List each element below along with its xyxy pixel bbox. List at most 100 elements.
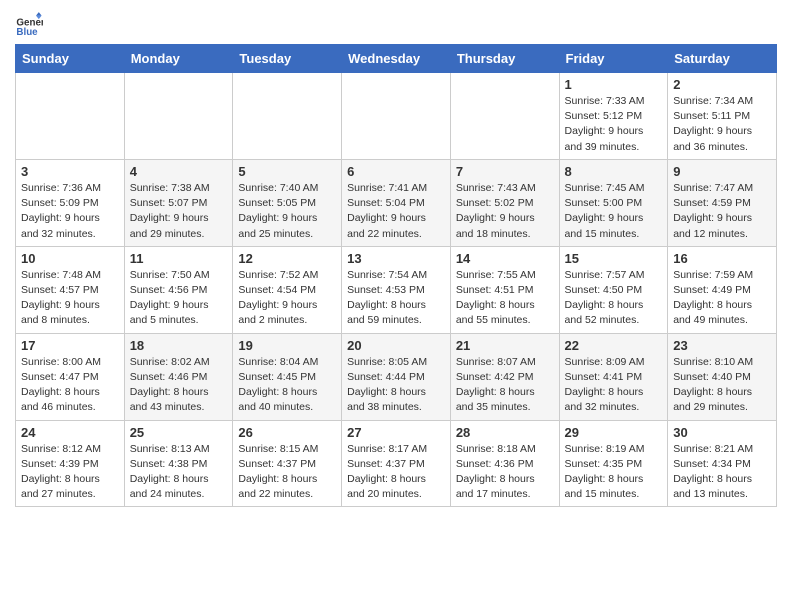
day-info: Sunrise: 8:05 AM Sunset: 4:44 PM Dayligh…	[347, 355, 445, 416]
calendar-week-row: 17 Sunrise: 8:00 AM Sunset: 4:47 PM Dayli…	[16, 333, 777, 420]
day-number: 25	[130, 425, 228, 440]
calendar-cell	[233, 73, 342, 160]
calendar-cell: 26 Sunrise: 8:15 AM Sunset: 4:37 PM Dayli…	[233, 420, 342, 507]
day-number: 2	[673, 77, 771, 92]
day-number: 4	[130, 164, 228, 179]
day-info: Sunrise: 7:47 AM Sunset: 4:59 PM Dayligh…	[673, 181, 771, 242]
calendar-table: SundayMondayTuesdayWednesdayThursdayFrid…	[15, 44, 777, 507]
calendar-cell: 11 Sunrise: 7:50 AM Sunset: 4:56 PM Dayli…	[124, 246, 233, 333]
calendar-cell: 17 Sunrise: 8:00 AM Sunset: 4:47 PM Dayli…	[16, 333, 125, 420]
day-number: 7	[456, 164, 554, 179]
day-number: 29	[565, 425, 663, 440]
day-number: 15	[565, 251, 663, 266]
day-number: 21	[456, 338, 554, 353]
day-number: 16	[673, 251, 771, 266]
day-info: Sunrise: 7:45 AM Sunset: 5:00 PM Dayligh…	[565, 181, 663, 242]
weekday-header-tuesday: Tuesday	[233, 45, 342, 73]
weekday-header-sunday: Sunday	[16, 45, 125, 73]
day-number: 5	[238, 164, 336, 179]
day-info: Sunrise: 7:55 AM Sunset: 4:51 PM Dayligh…	[456, 268, 554, 329]
calendar-cell: 12 Sunrise: 7:52 AM Sunset: 4:54 PM Dayli…	[233, 246, 342, 333]
day-info: Sunrise: 8:15 AM Sunset: 4:37 PM Dayligh…	[238, 442, 336, 503]
day-number: 10	[21, 251, 119, 266]
weekday-header-monday: Monday	[124, 45, 233, 73]
weekday-header-friday: Friday	[559, 45, 668, 73]
day-info: Sunrise: 8:09 AM Sunset: 4:41 PM Dayligh…	[565, 355, 663, 416]
calendar-cell: 6 Sunrise: 7:41 AM Sunset: 5:04 PM Daylig…	[342, 159, 451, 246]
calendar-week-row: 24 Sunrise: 8:12 AM Sunset: 4:39 PM Dayli…	[16, 420, 777, 507]
svg-text:Blue: Blue	[16, 27, 38, 38]
calendar-cell	[342, 73, 451, 160]
day-info: Sunrise: 8:21 AM Sunset: 4:34 PM Dayligh…	[673, 442, 771, 503]
day-info: Sunrise: 8:13 AM Sunset: 4:38 PM Dayligh…	[130, 442, 228, 503]
day-number: 1	[565, 77, 663, 92]
calendar-cell: 23Sunrise: 8:10 AM Sunset: 4:40 PM Dayli…	[668, 333, 777, 420]
day-info: Sunrise: 7:34 AM Sunset: 5:11 PM Dayligh…	[673, 94, 771, 155]
day-number: 9	[673, 164, 771, 179]
calendar-cell: 4 Sunrise: 7:38 AM Sunset: 5:07 PM Daylig…	[124, 159, 233, 246]
calendar-cell: 22 Sunrise: 8:09 AM Sunset: 4:41 PM Dayli…	[559, 333, 668, 420]
day-info: Sunrise: 7:59 AM Sunset: 4:49 PM Dayligh…	[673, 268, 771, 329]
day-number: 22	[565, 338, 663, 353]
calendar-cell: 30 Sunrise: 8:21 AM Sunset: 4:34 PM Dayli…	[668, 420, 777, 507]
calendar-cell: 20 Sunrise: 8:05 AM Sunset: 4:44 PM Dayli…	[342, 333, 451, 420]
day-info: Sunrise: 8:18 AM Sunset: 4:36 PM Dayligh…	[456, 442, 554, 503]
calendar-cell	[124, 73, 233, 160]
day-info: Sunrise: 7:50 AM Sunset: 4:56 PM Dayligh…	[130, 268, 228, 329]
header: General Blue	[15, 10, 777, 38]
day-number: 24	[21, 425, 119, 440]
day-number: 26	[238, 425, 336, 440]
calendar-cell: 24 Sunrise: 8:12 AM Sunset: 4:39 PM Dayli…	[16, 420, 125, 507]
day-info: Sunrise: 8:00 AM Sunset: 4:47 PM Dayligh…	[21, 355, 119, 416]
day-number: 18	[130, 338, 228, 353]
calendar-week-row: 3Sunrise: 7:36 AM Sunset: 5:09 PM Daylig…	[16, 159, 777, 246]
day-info: Sunrise: 8:07 AM Sunset: 4:42 PM Dayligh…	[456, 355, 554, 416]
day-number: 19	[238, 338, 336, 353]
calendar-cell: 3Sunrise: 7:36 AM Sunset: 5:09 PM Daylig…	[16, 159, 125, 246]
day-info: Sunrise: 7:52 AM Sunset: 4:54 PM Dayligh…	[238, 268, 336, 329]
calendar-cell: 27Sunrise: 8:17 AM Sunset: 4:37 PM Dayli…	[342, 420, 451, 507]
day-info: Sunrise: 7:54 AM Sunset: 4:53 PM Dayligh…	[347, 268, 445, 329]
day-info: Sunrise: 7:43 AM Sunset: 5:02 PM Dayligh…	[456, 181, 554, 242]
day-number: 23	[673, 338, 771, 353]
day-number: 12	[238, 251, 336, 266]
day-number: 3	[21, 164, 119, 179]
calendar-cell: 15 Sunrise: 7:57 AM Sunset: 4:50 PM Dayli…	[559, 246, 668, 333]
calendar-week-row: 10Sunrise: 7:48 AM Sunset: 4:57 PM Dayli…	[16, 246, 777, 333]
day-number: 28	[456, 425, 554, 440]
day-number: 11	[130, 251, 228, 266]
day-number: 13	[347, 251, 445, 266]
calendar-cell: 19 Sunrise: 8:04 AM Sunset: 4:45 PM Dayli…	[233, 333, 342, 420]
calendar-cell	[450, 73, 559, 160]
calendar-cell: 1 Sunrise: 7:33 AM Sunset: 5:12 PM Daylig…	[559, 73, 668, 160]
day-info: Sunrise: 8:02 AM Sunset: 4:46 PM Dayligh…	[130, 355, 228, 416]
calendar-cell: 5Sunrise: 7:40 AM Sunset: 5:05 PM Daylig…	[233, 159, 342, 246]
day-number: 8	[565, 164, 663, 179]
day-number: 14	[456, 251, 554, 266]
calendar-week-row: 1 Sunrise: 7:33 AM Sunset: 5:12 PM Daylig…	[16, 73, 777, 160]
day-info: Sunrise: 7:41 AM Sunset: 5:04 PM Dayligh…	[347, 181, 445, 242]
day-info: Sunrise: 8:04 AM Sunset: 4:45 PM Dayligh…	[238, 355, 336, 416]
calendar-cell: 25 Sunrise: 8:13 AM Sunset: 4:38 PM Dayli…	[124, 420, 233, 507]
day-info: Sunrise: 7:38 AM Sunset: 5:07 PM Dayligh…	[130, 181, 228, 242]
weekday-header-saturday: Saturday	[668, 45, 777, 73]
day-info: Sunrise: 7:57 AM Sunset: 4:50 PM Dayligh…	[565, 268, 663, 329]
day-number: 20	[347, 338, 445, 353]
day-info: Sunrise: 8:17 AM Sunset: 4:37 PM Dayligh…	[347, 442, 445, 503]
calendar-cell: 2 Sunrise: 7:34 AM Sunset: 5:11 PM Daylig…	[668, 73, 777, 160]
day-number: 17	[21, 338, 119, 353]
calendar-cell: 28 Sunrise: 8:18 AM Sunset: 4:36 PM Dayli…	[450, 420, 559, 507]
day-info: Sunrise: 8:19 AM Sunset: 4:35 PM Dayligh…	[565, 442, 663, 503]
logo: General Blue	[15, 10, 47, 38]
weekday-header-wednesday: Wednesday	[342, 45, 451, 73]
day-info: Sunrise: 8:12 AM Sunset: 4:39 PM Dayligh…	[21, 442, 119, 503]
day-info: Sunrise: 7:33 AM Sunset: 5:12 PM Dayligh…	[565, 94, 663, 155]
day-number: 6	[347, 164, 445, 179]
day-number: 30	[673, 425, 771, 440]
calendar-cell: 18 Sunrise: 8:02 AM Sunset: 4:46 PM Dayli…	[124, 333, 233, 420]
calendar-cell	[16, 73, 125, 160]
calendar-cell: 9 Sunrise: 7:47 AM Sunset: 4:59 PM Daylig…	[668, 159, 777, 246]
calendar-cell: 10Sunrise: 7:48 AM Sunset: 4:57 PM Dayli…	[16, 246, 125, 333]
calendar-cell: 16 Sunrise: 7:59 AM Sunset: 4:49 PM Dayli…	[668, 246, 777, 333]
calendar-cell: 14 Sunrise: 7:55 AM Sunset: 4:51 PM Dayli…	[450, 246, 559, 333]
